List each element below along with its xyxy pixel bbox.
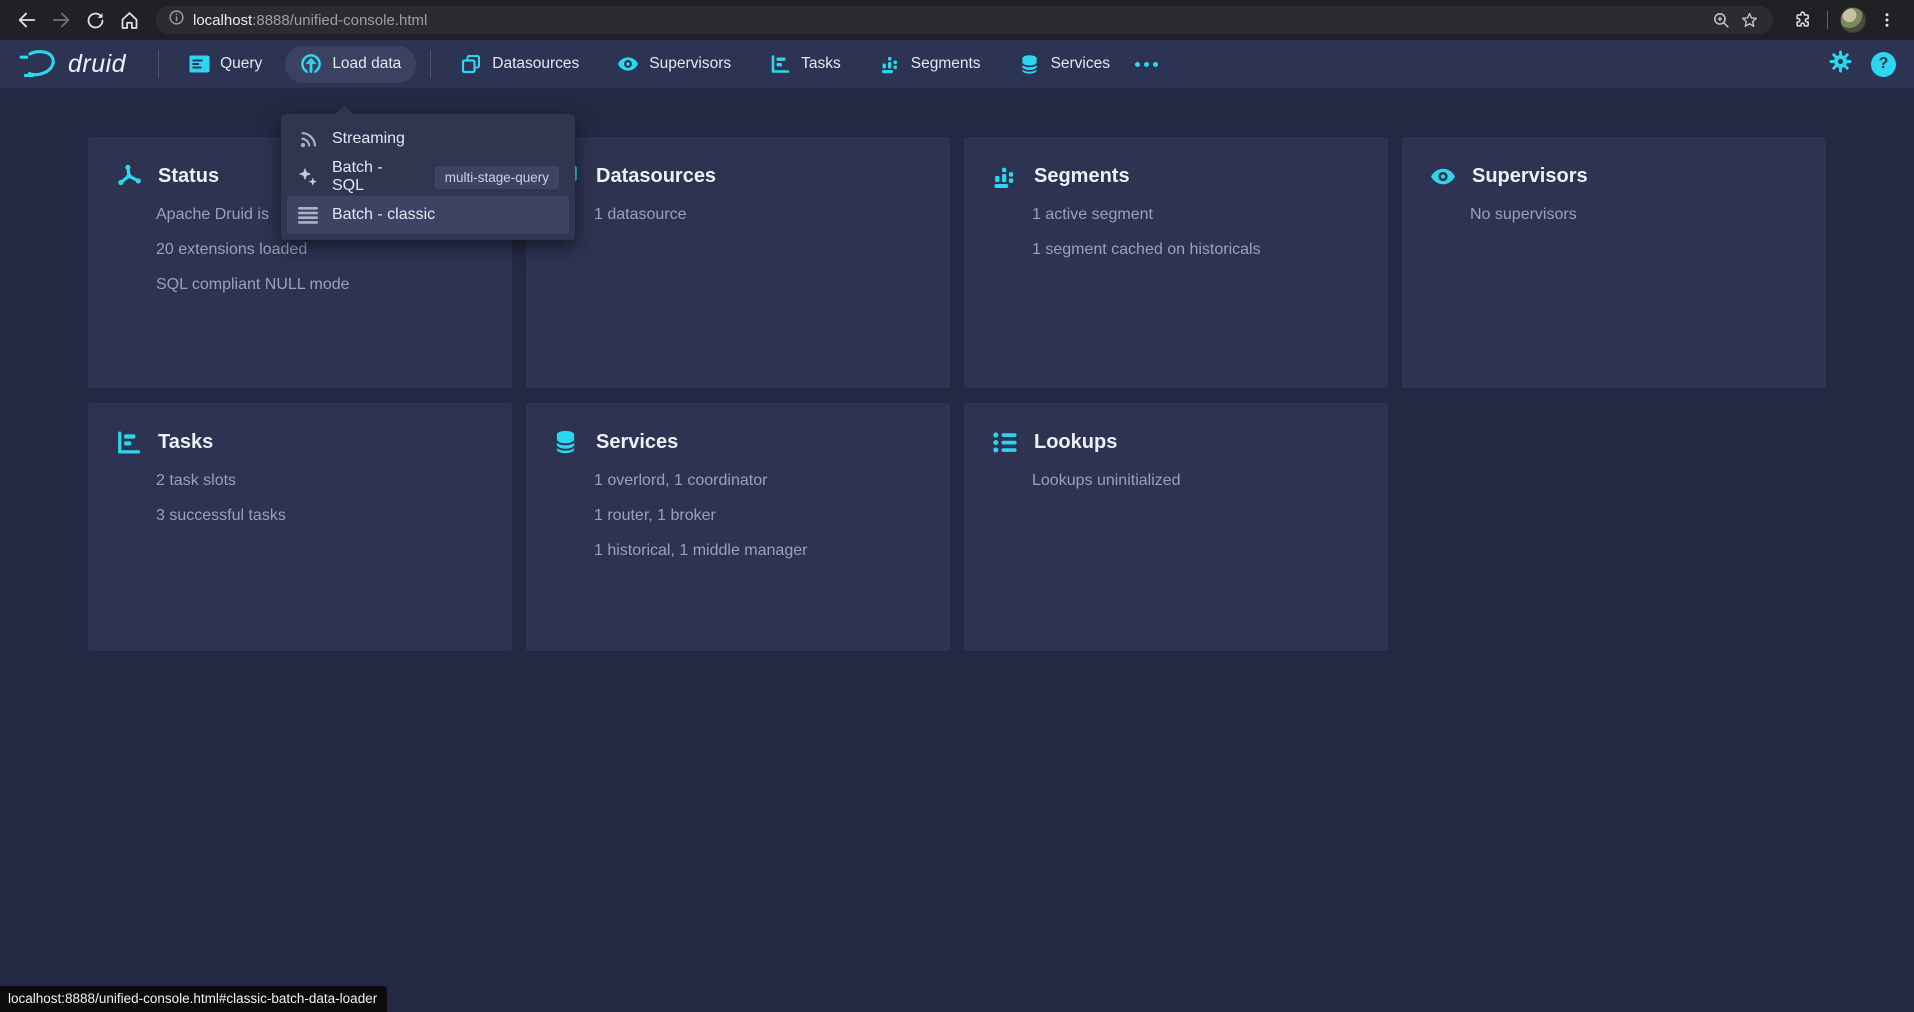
menu-item-label: Batch - SQL — [332, 159, 408, 195]
card-line: No supervisors — [1470, 205, 1798, 225]
nav-item-tasks[interactable]: Tasks — [754, 47, 856, 81]
menu-item-batch-classic[interactable]: Batch - classic — [287, 196, 569, 234]
refresh-icon[interactable] — [78, 3, 112, 37]
nav-item-load-data[interactable]: Load data — [285, 46, 416, 83]
brand-wordmark: druid — [68, 50, 126, 79]
eye-icon — [617, 56, 639, 72]
card-tasks[interactable]: Tasks 2 task slots 3 successful tasks — [88, 403, 512, 651]
card-title: Segments — [1034, 165, 1130, 188]
bookmark-star-icon[interactable] — [1735, 6, 1763, 34]
node-graph-icon — [116, 163, 142, 189]
card-segments[interactable]: Segments 1 active segment 1 segment cach… — [964, 137, 1388, 388]
card-services[interactable]: Services 1 overlord, 1 coordinator 1 rou… — [526, 403, 950, 651]
menu-item-label: Streaming — [332, 130, 405, 148]
card-line: 2 task slots — [156, 471, 484, 491]
nav-item-label: Segments — [911, 55, 981, 73]
druid-logo[interactable]: druid — [18, 47, 126, 81]
card-title: Lookups — [1034, 431, 1117, 454]
card-title: Tasks — [158, 431, 213, 454]
nav-item-label: Supervisors — [649, 55, 731, 73]
card-line: 1 datasource — [594, 205, 922, 225]
card-title: Status — [158, 165, 219, 188]
help-icon[interactable]: ? — [1871, 52, 1896, 77]
zoom-icon[interactable] — [1707, 6, 1735, 34]
card-title: Datasources — [596, 165, 716, 188]
nav-item-label: Datasources — [492, 55, 579, 73]
nav-item-label: Tasks — [801, 55, 841, 73]
address-bar[interactable]: localhost:8888/unified-console.html — [156, 6, 1773, 34]
card-line: 1 segment cached on historicals — [1032, 240, 1360, 260]
nav-item-label: Services — [1051, 55, 1110, 73]
nav-divider — [158, 50, 159, 78]
card-line: 1 historical, 1 middle manager — [594, 541, 922, 561]
druid-logo-icon — [18, 47, 60, 81]
card-title: Supervisors — [1472, 165, 1588, 188]
more-menu-button[interactable] — [1125, 54, 1168, 75]
gear-icon[interactable] — [1828, 49, 1853, 79]
toolbar-divider — [1827, 11, 1828, 29]
screen: localhost:8888/unified-console.html — [0, 0, 1914, 1012]
extensions-puzzle-icon[interactable] — [1785, 3, 1819, 37]
rss-icon — [297, 130, 319, 149]
sparkles-icon — [297, 167, 319, 187]
menu-item-streaming[interactable]: Streaming — [287, 120, 569, 158]
upload-icon — [300, 53, 322, 76]
info-icon[interactable] — [168, 9, 185, 31]
database-icon — [554, 429, 580, 455]
card-line: 3 successful tasks — [156, 506, 484, 526]
menu-item-label: Batch - classic — [332, 206, 435, 224]
url-text: localhost:8888/unified-console.html — [193, 12, 427, 29]
nav-item-query[interactable]: Query — [173, 48, 277, 80]
bar-chart-icon — [879, 54, 901, 74]
stacked-panels-icon — [460, 54, 482, 74]
druid-navbar: druid Query Load data — [0, 40, 1914, 88]
nav-item-supervisors[interactable]: Supervisors — [602, 48, 746, 80]
card-line: Lookups uninitialized — [1032, 471, 1360, 491]
card-datasources[interactable]: Datasources 1 datasource — [526, 137, 950, 388]
card-line: 1 active segment — [1032, 205, 1360, 225]
nav-divider — [430, 50, 431, 78]
card-line: 20 extensions loaded — [156, 240, 484, 260]
url-path: :8888/unified-console.html — [252, 12, 427, 29]
card-title: Services — [596, 431, 678, 454]
gantt-icon — [116, 429, 142, 455]
card-lookups[interactable]: Lookups Lookups uninitialized — [964, 403, 1388, 651]
back-icon[interactable] — [10, 3, 44, 37]
home-icon[interactable] — [112, 3, 146, 37]
forward-icon[interactable] — [44, 3, 78, 37]
card-line: 1 router, 1 broker — [594, 506, 922, 526]
bullet-list-icon — [992, 429, 1018, 455]
menu-item-batch-sql[interactable]: Batch - SQL multi-stage-query — [287, 158, 569, 196]
menu-lines-icon — [297, 207, 319, 224]
eye-icon — [1430, 163, 1456, 189]
nav-item-label: Load data — [332, 55, 401, 73]
nav-item-label: Query — [220, 55, 262, 73]
card-supervisors[interactable]: Supervisors No supervisors — [1402, 137, 1826, 388]
browser-menu-icon[interactable] — [1870, 3, 1904, 37]
browser-toolbar: localhost:8888/unified-console.html — [0, 0, 1914, 40]
card-line: SQL compliant NULL mode — [156, 275, 484, 295]
console-icon — [188, 55, 210, 73]
link-preview-statusbar: localhost:8888/unified-console.html#clas… — [0, 986, 387, 1012]
card-line: 1 overlord, 1 coordinator — [594, 471, 922, 491]
url-host: localhost — [193, 12, 252, 29]
gantt-icon — [769, 54, 791, 74]
msq-badge: multi-stage-query — [435, 166, 559, 189]
nav-item-datasources[interactable]: Datasources — [445, 47, 594, 81]
avatar[interactable] — [1836, 3, 1870, 37]
nav-item-services[interactable]: Services — [1004, 47, 1125, 82]
load-data-menu: Streaming Batch - SQL multi-stage-query … — [281, 114, 575, 240]
database-icon — [1019, 54, 1041, 75]
bar-chart-icon — [992, 163, 1018, 189]
nav-item-segments[interactable]: Segments — [864, 47, 996, 81]
